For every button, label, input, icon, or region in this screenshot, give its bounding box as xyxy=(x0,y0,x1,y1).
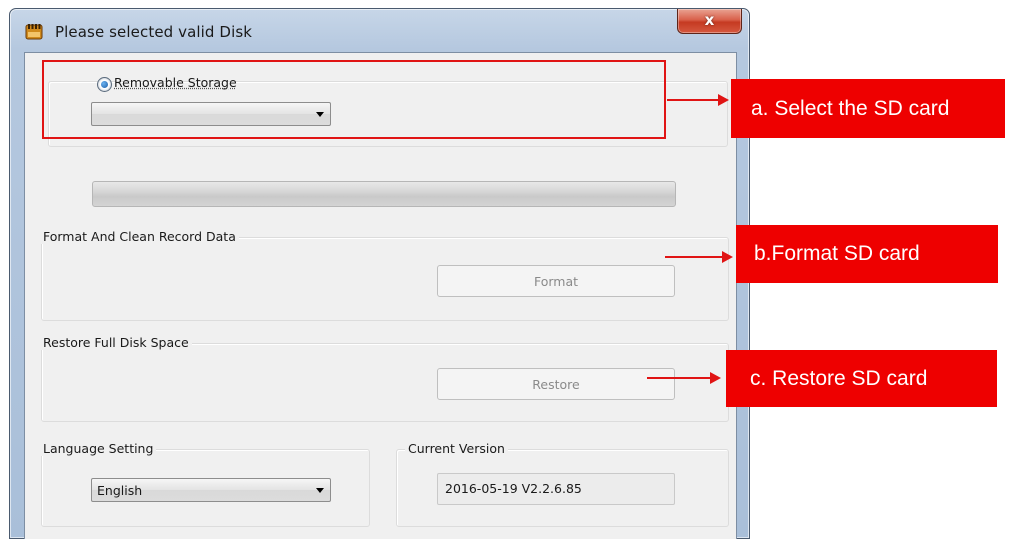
progress-bar xyxy=(92,181,676,207)
annotation-b-label: b.Format SD card xyxy=(736,225,998,283)
version-field: 2016-05-19 V2.2.6.85 xyxy=(437,473,675,505)
annotation-c-arrow-line xyxy=(647,377,711,379)
annotation-c-label: c. Restore SD card xyxy=(726,350,997,407)
annotation-c-text: c. Restore SD card xyxy=(750,366,928,390)
window-title: Please selected valid Disk xyxy=(55,23,253,41)
restore-button[interactable]: Restore xyxy=(437,368,675,400)
version-group-label: Current Version xyxy=(405,441,508,456)
restore-button-label: Restore xyxy=(532,376,580,392)
language-select-value: English xyxy=(97,483,143,498)
annotation-b-arrow-head xyxy=(722,251,733,263)
version-value: 2016-05-19 V2.2.6.85 xyxy=(445,481,582,496)
annotation-a-arrow-head xyxy=(718,94,729,106)
annotation-b-text: b.Format SD card xyxy=(754,242,920,265)
close-button[interactable]: x xyxy=(677,9,742,34)
annotation-c-arrow-head xyxy=(710,372,721,384)
close-icon: x xyxy=(704,11,715,29)
chevron-down-icon xyxy=(316,488,324,493)
annotation-a-text: a. Select the SD card xyxy=(751,96,950,120)
language-select[interactable]: English xyxy=(91,478,331,502)
sd-card-icon xyxy=(25,24,43,40)
annotation-a-label: a. Select the SD card xyxy=(731,79,1005,138)
format-button-label: Format xyxy=(533,273,579,289)
title-bar[interactable]: Please selected valid Disk x xyxy=(10,9,749,51)
annotation-b-arrow-line xyxy=(665,256,723,258)
storage-highlight-box xyxy=(42,60,666,139)
format-button[interactable]: Format xyxy=(437,265,675,297)
format-group-label: Format And Clean Record Data xyxy=(40,229,239,244)
restore-group-label: Restore Full Disk Space xyxy=(40,335,192,350)
language-group-label: Language Setting xyxy=(40,441,157,456)
annotation-a-arrow-line xyxy=(667,99,719,101)
